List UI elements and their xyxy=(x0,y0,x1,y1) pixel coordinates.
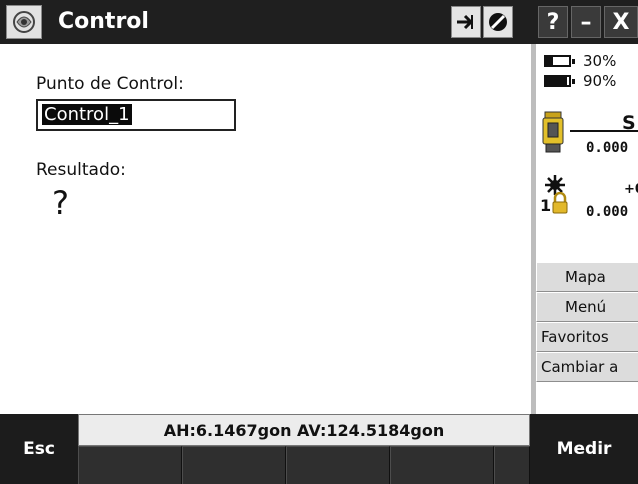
lock-icon xyxy=(551,191,569,218)
favorites-button[interactable]: Favoritos xyxy=(536,322,638,352)
control-point-input[interactable]: Control_1 xyxy=(36,99,236,131)
measure-button[interactable]: Medir xyxy=(530,414,638,484)
battery-2-icon xyxy=(544,75,575,87)
no-signal-icon[interactable] xyxy=(483,6,513,38)
control-point-value: Control_1 xyxy=(42,104,132,125)
battery-1-fill xyxy=(546,57,553,65)
close-button[interactable]: X xyxy=(604,6,638,38)
esc-button[interactable]: Esc xyxy=(0,414,78,484)
title-bar: Control ? – X xyxy=(0,0,638,44)
total-station-icon[interactable] xyxy=(540,110,566,158)
battery-1-status[interactable]: 30% xyxy=(544,52,616,70)
battery-2-fill xyxy=(546,77,567,85)
window-title: Control xyxy=(58,9,149,34)
battery-1-icon xyxy=(544,55,575,67)
minimize-button[interactable]: – xyxy=(571,6,601,38)
softkey-slot-1[interactable] xyxy=(78,446,182,484)
instrument-value: 0.000 xyxy=(586,140,629,156)
help-button[interactable]: ? xyxy=(538,6,568,38)
switch-to-button[interactable]: Cambiar a xyxy=(536,352,638,382)
battery-2-percent: 90% xyxy=(583,72,617,90)
map-button[interactable]: Mapa xyxy=(536,262,638,292)
export-arrow-icon[interactable] xyxy=(451,6,481,38)
softkey-slot-2[interactable] xyxy=(182,446,286,484)
result-value: ? xyxy=(52,184,69,222)
result-label: Resultado: xyxy=(36,160,126,180)
softkey-slot-4[interactable] xyxy=(390,446,494,484)
instrument-code: S xyxy=(622,112,636,134)
target-number: 1 xyxy=(540,196,552,215)
point-label: Punto de Control: xyxy=(36,74,184,94)
app-logo-icon[interactable] xyxy=(6,5,42,39)
menu-button[interactable]: Menú xyxy=(536,292,638,322)
battery-2-status[interactable]: 90% xyxy=(544,72,616,90)
target-offset: +0 xyxy=(624,182,638,197)
softkey-slot-5[interactable] xyxy=(494,446,530,484)
target-value: 0.000 xyxy=(586,204,629,220)
control-form: Punto de Control: Control_1 Resultado: ? xyxy=(0,44,531,414)
angle-readout: AH:6.1467gon AV:124.5184gon xyxy=(78,414,530,446)
battery-1-percent: 30% xyxy=(583,52,617,70)
softkey-slot-3[interactable] xyxy=(286,446,390,484)
